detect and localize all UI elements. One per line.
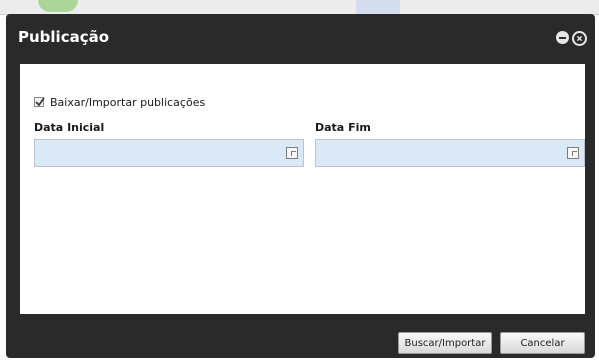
calendar-icon[interactable]: [567, 147, 579, 159]
minimize-icon[interactable]: [556, 31, 569, 44]
data-fim-input[interactable]: [316, 140, 568, 166]
background-desktop-strip: [0, 0, 599, 15]
background-shape: [356, 0, 400, 14]
background-shape: [38, 0, 78, 12]
calendar-icon[interactable]: [286, 147, 298, 159]
close-glyph: [576, 35, 583, 42]
check-icon: [35, 97, 45, 107]
baixar-importar-checkbox[interactable]: [34, 97, 45, 107]
data-inicial-label: Data Inicial: [34, 121, 105, 134]
cancel-button[interactable]: Cancelar: [500, 332, 585, 354]
close-icon[interactable]: [572, 31, 587, 46]
publicacao-dialog: Publicação Baixar/Importar publicações D…: [6, 14, 595, 358]
data-inicial-input[interactable]: [35, 140, 287, 166]
data-fim-field: [315, 139, 585, 167]
buscar-importar-button[interactable]: Buscar/Importar: [398, 332, 492, 354]
dialog-titlebar[interactable]: Publicação: [6, 14, 595, 60]
baixar-importar-checkbox-row[interactable]: Baixar/Importar publicações: [34, 95, 205, 109]
dialog-content: Baixar/Importar publicações Data Inicial…: [20, 64, 585, 314]
data-inicial-field: [34, 139, 304, 167]
dialog-title: Publicação: [18, 28, 110, 46]
baixar-importar-label: Baixar/Importar publicações: [50, 95, 206, 109]
data-fim-label: Data Fim: [315, 121, 371, 134]
